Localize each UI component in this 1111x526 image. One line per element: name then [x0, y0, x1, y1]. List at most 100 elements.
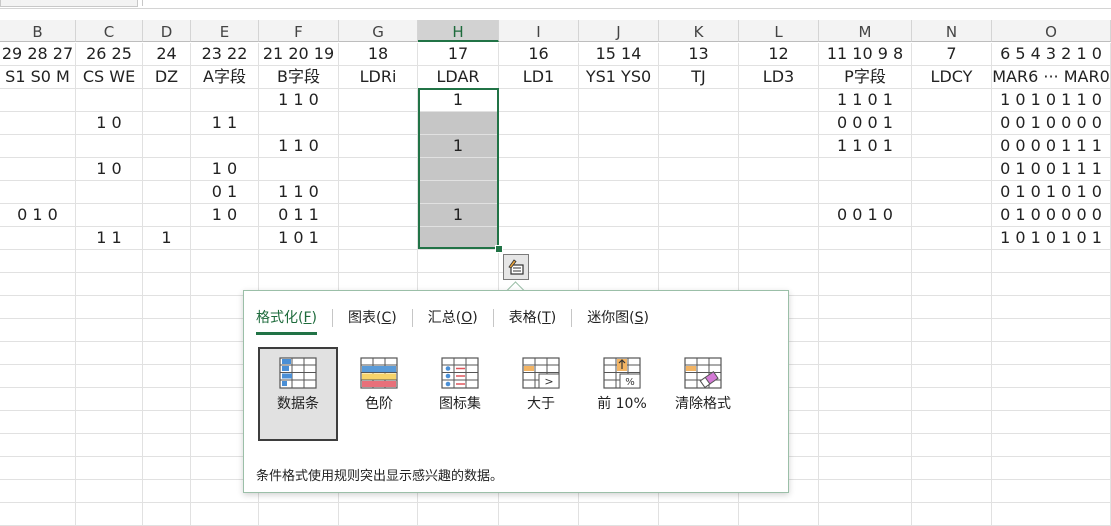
table-cell[interactable]: 1 1 0 1 [819, 89, 912, 112]
empty-cell[interactable] [76, 365, 143, 388]
option-clear-format[interactable]: 清除格式 [663, 347, 743, 441]
table-cell[interactable] [659, 112, 739, 135]
header-cell-field[interactable]: DZ [143, 66, 191, 89]
empty-cell[interactable] [259, 503, 339, 526]
table-cell[interactable] [912, 112, 992, 135]
tab-format[interactable]: 格式化(F) [256, 307, 332, 337]
table-cell[interactable] [739, 204, 819, 227]
header-cell-field[interactable]: LDCY [912, 66, 992, 89]
empty-cell[interactable] [992, 365, 1111, 388]
tab-tables[interactable]: 表格(T) [509, 307, 572, 337]
table-cell[interactable] [912, 89, 992, 112]
table-cell[interactable] [499, 158, 579, 181]
empty-cell[interactable] [819, 296, 912, 319]
table-cell[interactable]: 1 0 [191, 204, 259, 227]
table-cell[interactable] [0, 227, 76, 250]
table-cell[interactable] [579, 158, 659, 181]
empty-cell[interactable] [418, 503, 499, 526]
option-data-bars[interactable]: 数据条 [258, 347, 338, 441]
table-cell[interactable]: 1 1 0 [259, 181, 339, 204]
empty-cell[interactable] [143, 503, 191, 526]
header-cell-field[interactable]: LD1 [499, 66, 579, 89]
column-header-g[interactable]: G [339, 20, 418, 42]
table-cell[interactable] [499, 204, 579, 227]
header-cell-bits[interactable]: 24 [143, 43, 191, 66]
empty-cell[interactable] [0, 342, 76, 365]
empty-cell[interactable] [143, 365, 191, 388]
column-header-f[interactable]: F [259, 20, 339, 42]
table-cell[interactable]: 1 0 1 0 1 1 0 [992, 89, 1111, 112]
table-cell[interactable]: 1 [418, 204, 499, 227]
header-cell-bits[interactable]: 18 [339, 43, 418, 66]
empty-cell[interactable] [819, 434, 912, 457]
table-cell[interactable]: 0 1 0 0 0 0 0 [992, 204, 1111, 227]
empty-cell[interactable] [912, 342, 992, 365]
table-cell[interactable] [191, 135, 259, 158]
table-cell[interactable]: 1 0 1 0 1 0 1 [992, 227, 1111, 250]
table-cell[interactable] [579, 204, 659, 227]
empty-cell[interactable] [76, 480, 143, 503]
empty-cell[interactable] [499, 503, 579, 526]
empty-cell[interactable] [912, 411, 992, 434]
table-cell[interactable]: 1 [418, 135, 499, 158]
table-cell[interactable] [76, 181, 143, 204]
table-cell[interactable]: 0 1 0 1 0 1 0 [992, 181, 1111, 204]
table-cell[interactable] [739, 227, 819, 250]
empty-cell[interactable] [992, 388, 1111, 411]
empty-cell[interactable] [659, 503, 739, 526]
empty-cell[interactable] [992, 319, 1111, 342]
header-cell-bits[interactable]: 6 5 4 3 2 1 0 [992, 43, 1111, 66]
table-cell[interactable] [912, 158, 992, 181]
column-header-l[interactable]: L [739, 20, 819, 42]
empty-cell[interactable] [76, 411, 143, 434]
empty-cell[interactable] [739, 250, 819, 273]
table-cell[interactable] [739, 158, 819, 181]
empty-cell[interactable] [912, 388, 992, 411]
table-cell[interactable] [191, 89, 259, 112]
empty-cell[interactable] [143, 296, 191, 319]
empty-cell[interactable] [992, 480, 1111, 503]
empty-cell[interactable] [912, 480, 992, 503]
column-header-k[interactable]: K [659, 20, 739, 42]
header-cell-field[interactable]: P字段 [819, 66, 912, 89]
table-cell[interactable] [191, 227, 259, 250]
table-cell[interactable]: 1 0 [76, 112, 143, 135]
column-header-b[interactable]: B [0, 20, 76, 42]
option-icon-set[interactable]: 图标集 [420, 347, 500, 441]
empty-cell[interactable] [0, 480, 76, 503]
table-cell[interactable]: 1 1 0 [259, 89, 339, 112]
table-cell[interactable] [339, 181, 418, 204]
header-cell-bits[interactable]: 21 20 19 [259, 43, 339, 66]
table-cell[interactable] [339, 135, 418, 158]
empty-cell[interactable] [0, 434, 76, 457]
option-color-scale[interactable]: 色阶 [339, 347, 419, 441]
table-cell[interactable]: 1 [418, 89, 499, 112]
formula-input[interactable] [142, 0, 1111, 6]
empty-cell[interactable] [76, 434, 143, 457]
empty-cell[interactable] [76, 388, 143, 411]
table-cell[interactable] [76, 135, 143, 158]
header-cell-field[interactable]: S1 S0 M [0, 66, 76, 89]
table-cell[interactable] [579, 112, 659, 135]
table-cell[interactable] [339, 89, 418, 112]
table-cell[interactable]: 0 1 1 [259, 204, 339, 227]
table-cell[interactable]: 0 0 0 1 [819, 112, 912, 135]
empty-cell[interactable] [76, 457, 143, 480]
tab-totals[interactable]: 汇总(O) [428, 307, 493, 337]
table-cell[interactable] [579, 89, 659, 112]
empty-cell[interactable] [912, 457, 992, 480]
empty-cell[interactable] [912, 319, 992, 342]
column-header-h[interactable]: H [418, 20, 499, 42]
empty-cell[interactable] [912, 434, 992, 457]
header-cell-bits[interactable]: 12 [739, 43, 819, 66]
table-cell[interactable] [912, 135, 992, 158]
table-cell[interactable] [499, 89, 579, 112]
table-cell[interactable] [499, 135, 579, 158]
empty-cell[interactable] [819, 273, 912, 296]
empty-cell[interactable] [992, 250, 1111, 273]
table-cell[interactable]: 1 0 1 [259, 227, 339, 250]
table-cell[interactable] [499, 112, 579, 135]
header-cell-bits[interactable]: 11 10 9 8 [819, 43, 912, 66]
table-cell[interactable]: 0 1 0 [0, 204, 76, 227]
table-cell[interactable] [143, 135, 191, 158]
